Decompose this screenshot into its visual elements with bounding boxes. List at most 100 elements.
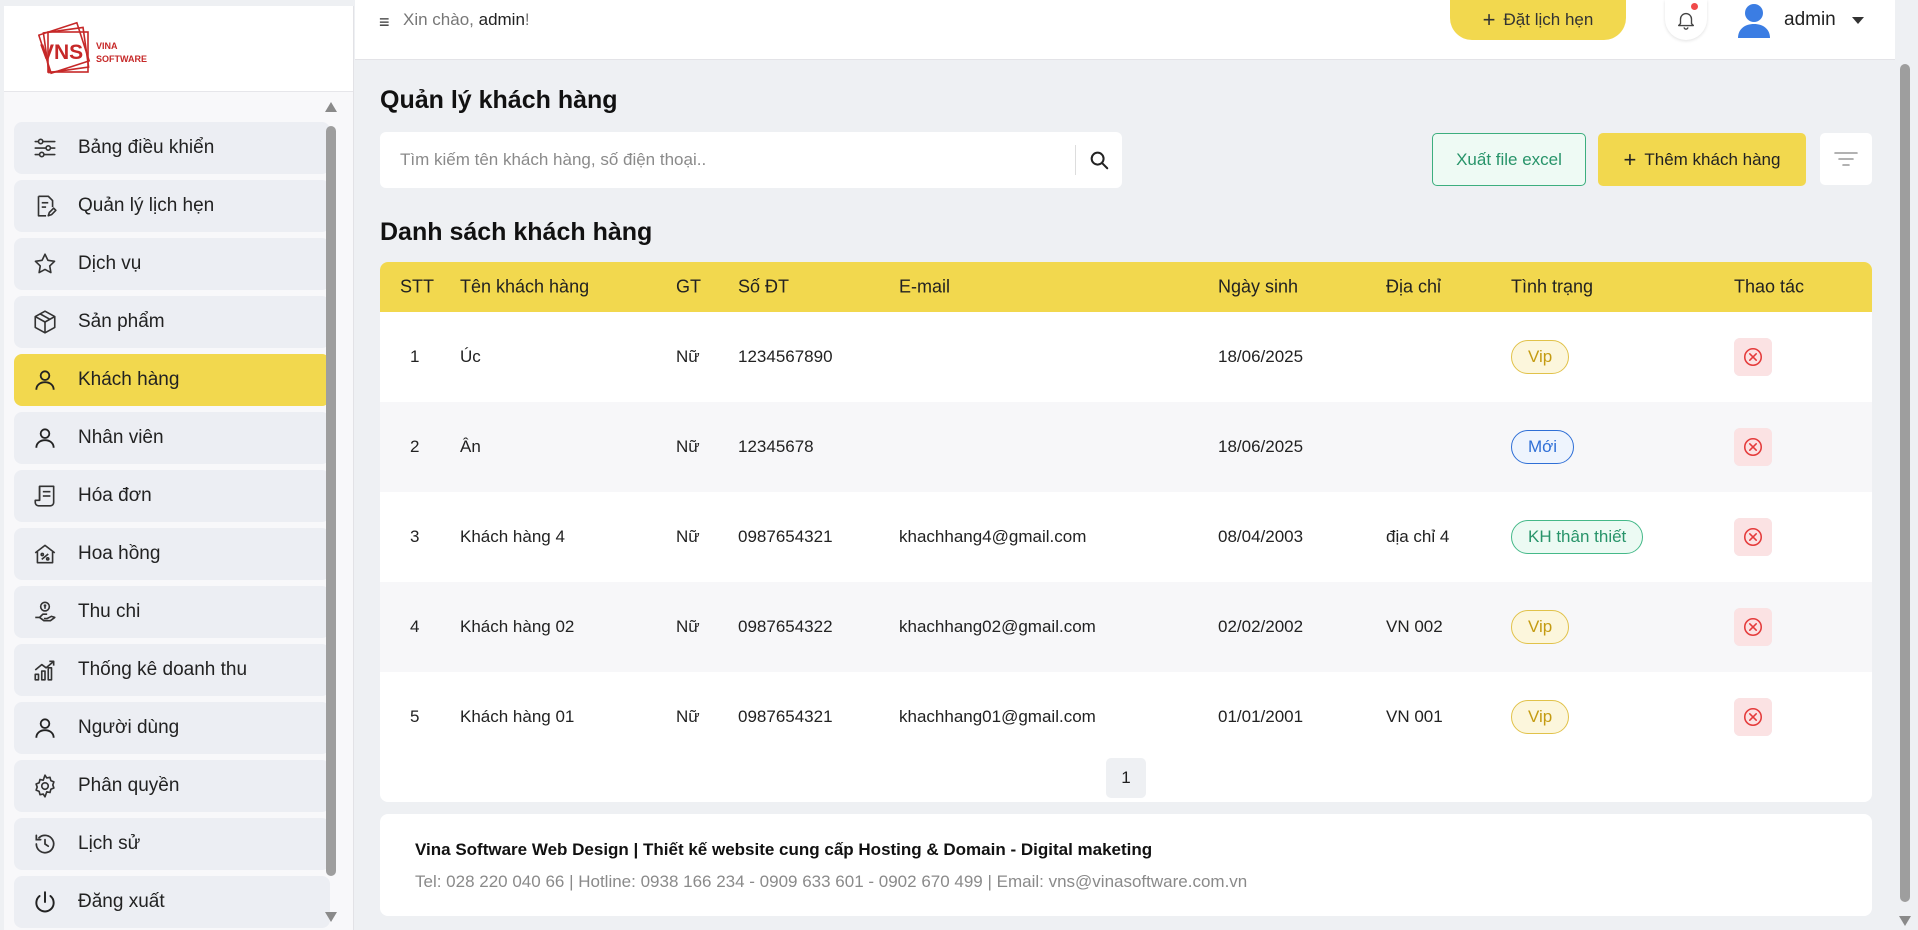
sidebar-item-permissions[interactable]: Phân quyền	[14, 760, 330, 812]
sidebar-item-label: Hoa hồng	[78, 543, 161, 564]
cell-status: KH thân thiết	[1511, 520, 1644, 554]
sidebar-item-appointments[interactable]: Quản lý lịch hẹn	[14, 180, 330, 232]
cell-stt: 1	[410, 347, 420, 366]
commission-icon	[30, 539, 60, 569]
hamburger-menu-icon[interactable]: ≡	[379, 12, 390, 33]
cell-name: Khách hàng 4	[460, 527, 565, 546]
cell-status: Mới	[1511, 430, 1575, 464]
page-scrollbar[interactable]	[1898, 54, 1912, 926]
table-row[interactable]: 4 Khách hàng 02 Nữ 0987654322 khachhang0…	[380, 582, 1872, 672]
filter-icon	[1834, 152, 1858, 166]
col-gender[interactable]: GT	[676, 277, 701, 298]
cell-phone: 12345678	[738, 437, 814, 456]
table-row[interactable]: 2 Ân Nữ 12345678 18/06/2025 Mới	[380, 402, 1872, 492]
export-excel-button[interactable]: Xuất file excel	[1432, 133, 1586, 186]
sidebar-item-dashboard[interactable]: Bảng điều khiển	[14, 122, 330, 174]
box-icon	[30, 307, 60, 337]
col-dob[interactable]: Ngày sinh	[1218, 277, 1298, 298]
sidebar-item-history[interactable]: Lịch sử	[14, 818, 330, 870]
notification-button[interactable]	[1665, 0, 1707, 40]
sidebar-item-label: Khách hàng	[78, 369, 180, 390]
col-status[interactable]: Tình trạng	[1511, 277, 1593, 298]
status-badge: Vip	[1511, 340, 1570, 374]
sidebar-item-products[interactable]: Sản phẩm	[14, 296, 330, 348]
col-phone[interactable]: Số ĐT	[738, 277, 789, 298]
sidebar-item-commission[interactable]: Hoa hồng	[14, 528, 330, 580]
col-stt[interactable]: STT	[400, 277, 434, 298]
user-menu[interactable]: admin	[1734, 0, 1864, 40]
cell-name: Úc	[460, 347, 481, 366]
scroll-up-arrow-icon[interactable]	[325, 102, 337, 112]
sidebar-item-label: Dịch vụ	[78, 253, 142, 274]
cell-dob: 01/01/2001	[1218, 707, 1304, 726]
sidebar-item-label: Người dùng	[78, 717, 180, 738]
filter-button[interactable]	[1820, 133, 1872, 185]
sidebar-item-label: Bảng điều khiển	[78, 137, 215, 158]
scroll-down-arrow-icon[interactable]	[325, 912, 337, 922]
cell-status: Vip	[1511, 700, 1570, 734]
cell-gender: Nữ	[676, 707, 700, 726]
cell-email: khachhang02@gmail.com	[899, 617, 1096, 636]
delete-button[interactable]	[1734, 698, 1772, 736]
sidebar-item-customers[interactable]: Khách hàng	[14, 354, 330, 406]
cell-stt: 5	[410, 707, 420, 726]
plus-icon: +	[1482, 7, 1496, 32]
page-title: Quản lý khách hàng	[380, 86, 618, 114]
sidebar-item-services[interactable]: Dịch vụ	[14, 238, 330, 290]
sidebar-item-label: Lịch sử	[78, 833, 141, 854]
sidebar-item-label: Thu chi	[78, 601, 141, 622]
delete-button[interactable]	[1734, 428, 1772, 466]
cell-address: VN 001	[1386, 707, 1443, 726]
search-button[interactable]	[1076, 132, 1122, 188]
delete-button[interactable]	[1734, 518, 1772, 556]
cell-stt: 3	[410, 527, 420, 546]
search-bar	[380, 132, 1122, 188]
gear-icon	[30, 771, 60, 801]
table-row[interactable]: 1 Úc Nữ 1234567890 18/06/2025 Vip	[380, 312, 1872, 402]
svg-text:VNS: VNS	[40, 41, 83, 64]
user-icon	[30, 713, 60, 743]
sidebar-item-staff[interactable]: Nhân viên	[14, 412, 330, 464]
table-row[interactable]: 5 Khách hàng 01 Nữ 0987654321 khachhang0…	[380, 672, 1872, 762]
search-input[interactable]	[380, 132, 1075, 188]
sidebar-item-income-expense[interactable]: Thu chi	[14, 586, 330, 638]
sidebar: VNS VINA SOFTWARE Bảng điều khiển Quản l…	[4, 6, 354, 930]
sidebar-item-logout[interactable]: Đăng xuất	[14, 876, 330, 928]
chart-up-icon	[30, 655, 60, 685]
book-appointment-button[interactable]: + Đặt lịch hẹn	[1450, 0, 1626, 40]
scrollbar-thumb[interactable]	[1900, 64, 1910, 902]
col-address[interactable]: Địa chỉ	[1386, 277, 1441, 298]
sidebar-item-label: Quản lý lịch hẹn	[78, 195, 215, 216]
scrollbar-thumb[interactable]	[326, 126, 336, 876]
logo-area: VNS VINA SOFTWARE	[4, 6, 353, 92]
close-circle-icon	[1743, 617, 1763, 637]
svg-text:SOFTWARE: SOFTWARE	[96, 54, 147, 64]
sidebar-item-revenue-stats[interactable]: Thống kê doanh thu	[14, 644, 330, 696]
vns-logo[interactable]: VNS VINA SOFTWARE	[38, 18, 168, 84]
scroll-down-arrow-icon[interactable]	[1899, 916, 1911, 926]
sidebar-item-invoices[interactable]: Hóa đơn	[14, 470, 330, 522]
sidebar-scrollbar[interactable]	[325, 102, 337, 922]
add-customer-button[interactable]: + Thêm khách hàng	[1598, 133, 1806, 186]
chevron-down-icon	[1851, 16, 1864, 24]
greeting-text: Xin chào, admin!	[403, 10, 530, 29]
history-icon	[30, 829, 60, 859]
sidebar-item-users[interactable]: Người dùng	[14, 702, 330, 754]
cell-phone: 0987654321	[738, 707, 833, 726]
table-header: STT Tên khách hàng GT Số ĐT E-mail Ngày …	[380, 262, 1872, 312]
sidebar-item-label: Hóa đơn	[78, 485, 152, 506]
sidebar-item-label: Phân quyền	[78, 775, 180, 796]
cell-name: Khách hàng 01	[460, 707, 575, 726]
svg-text:VINA: VINA	[96, 41, 118, 51]
delete-button[interactable]	[1734, 338, 1772, 376]
footer-company: Vina Software Web Design | Thiết kế webs…	[415, 840, 1153, 859]
pagination-page-1[interactable]: 1	[1106, 758, 1146, 798]
table-row[interactable]: 3 Khách hàng 4 Nữ 0987654321 khachhang4@…	[380, 492, 1872, 582]
close-circle-icon	[1743, 347, 1763, 367]
col-email[interactable]: E-mail	[899, 277, 950, 298]
cell-gender: Nữ	[676, 617, 700, 636]
delete-button[interactable]	[1734, 608, 1772, 646]
notification-dot	[1691, 3, 1698, 10]
col-name[interactable]: Tên khách hàng	[460, 277, 589, 298]
cell-dob: 08/04/2003	[1218, 527, 1304, 546]
